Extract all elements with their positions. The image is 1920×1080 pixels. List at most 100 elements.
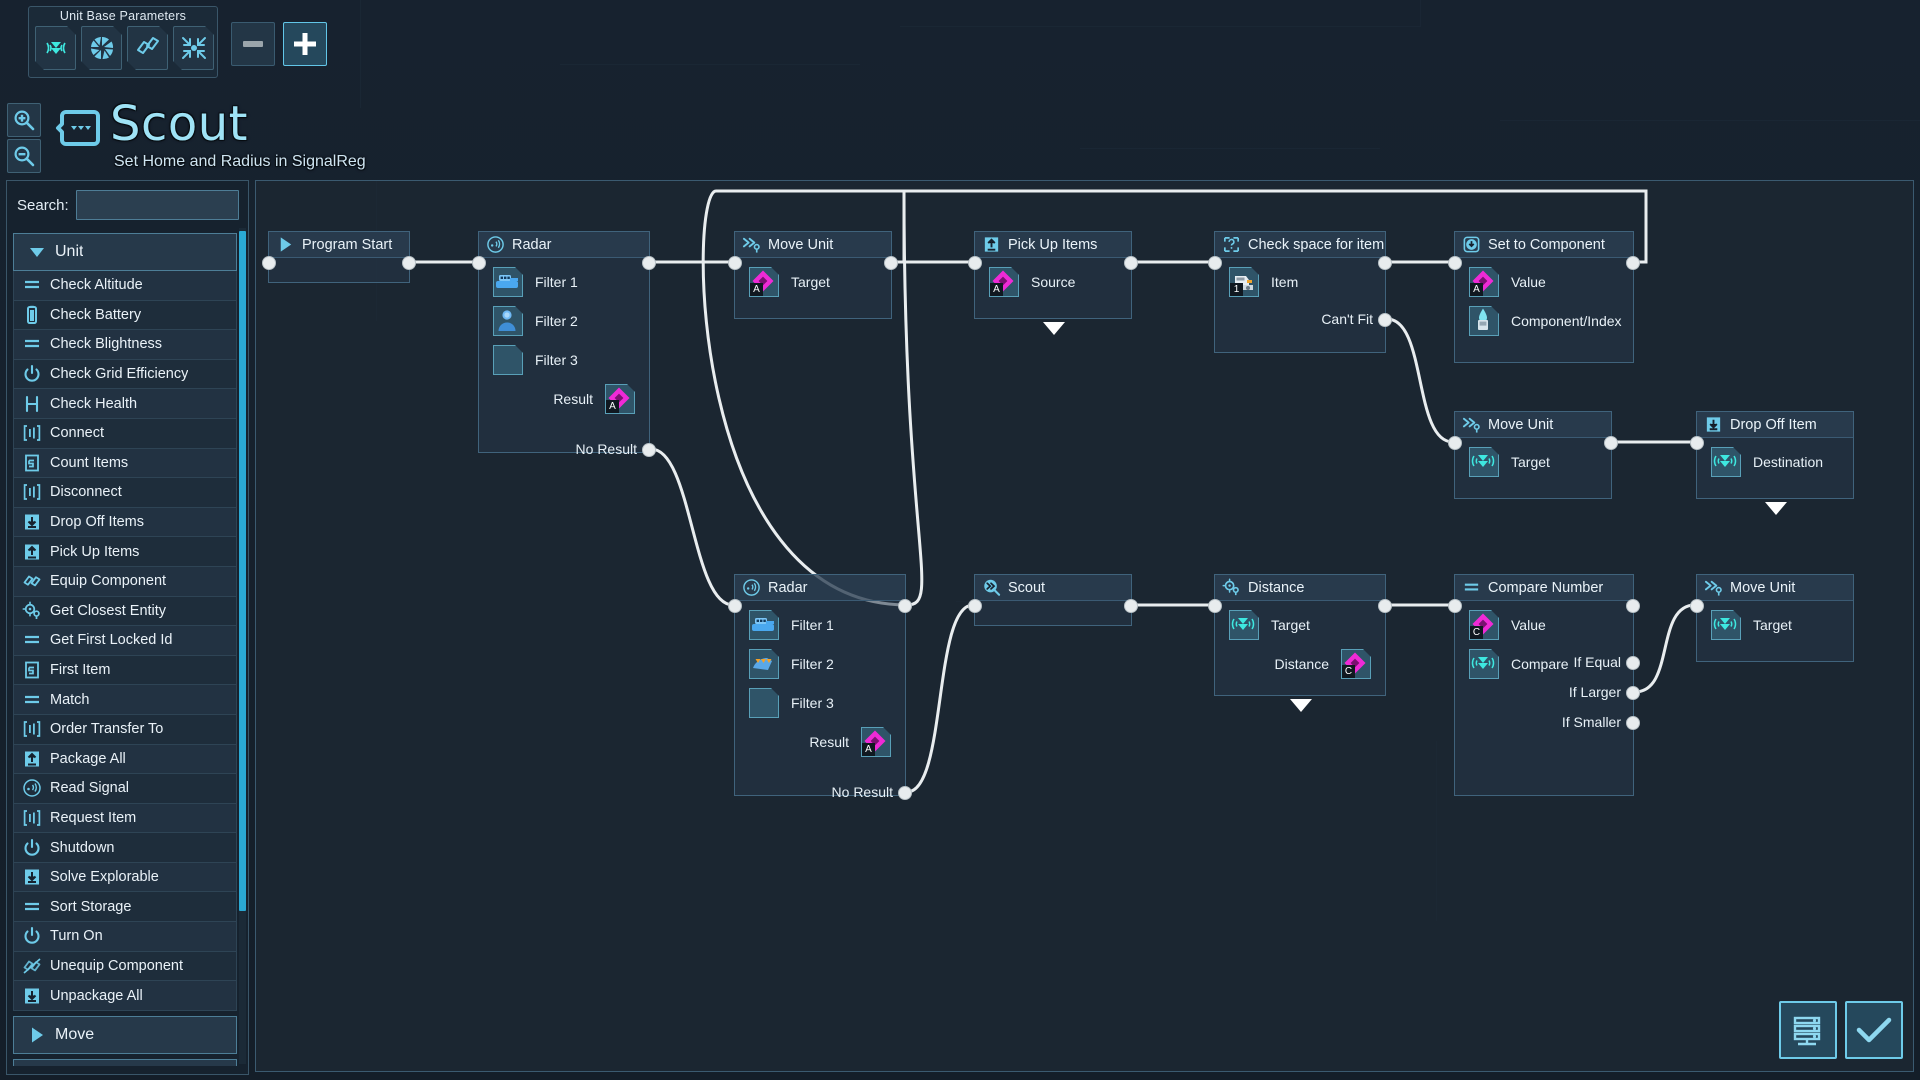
node-input-port[interactable] <box>1208 256 1222 270</box>
expand-caret-icon[interactable] <box>1290 699 1312 712</box>
node-input-port[interactable] <box>728 256 742 270</box>
aperture-icon-button[interactable] <box>81 26 122 70</box>
slot-icon-diamond-icon[interactable]: C <box>1469 610 1499 640</box>
node-header[interactable]: Check space for item <box>1215 232 1385 258</box>
sidebar-item-package-all[interactable]: Package All <box>13 744 237 775</box>
node-input-port[interactable] <box>1690 599 1704 613</box>
node-input-port[interactable] <box>968 256 982 270</box>
node-set-to-component[interactable]: Set to Component A Value Component/Index <box>1448 231 1640 363</box>
slot-icon-vehicle-icon[interactable] <box>749 610 779 640</box>
node-header[interactable]: Move Unit <box>735 232 891 258</box>
sidebar-item-check-blightness[interactable]: Check Blightness <box>13 330 237 360</box>
slot-icon-component-icon[interactable] <box>1469 306 1499 336</box>
node-distance[interactable]: Distance Target Distance C <box>1208 574 1392 712</box>
sidebar-item-sort-storage[interactable]: Sort Storage <box>13 892 237 923</box>
confirm-button[interactable] <box>1845 1001 1903 1059</box>
node-slot[interactable]: Filter 2 <box>493 306 649 336</box>
node-header[interactable]: Drop Off Item <box>1697 412 1853 438</box>
slot-icon-diamond-icon[interactable]: C <box>1341 649 1371 679</box>
plus-button[interactable] <box>283 22 327 66</box>
zoom-out-button[interactable] <box>7 139 41 173</box>
sidebar-item-turn-on[interactable]: Turn On <box>13 922 237 952</box>
node-slot[interactable]: Target <box>1469 447 1611 477</box>
list-view-button[interactable] <box>1779 1001 1837 1059</box>
sidebar-item-check-grid-efficiency[interactable]: Check Grid Efficiency <box>13 359 237 390</box>
node-input-port[interactable] <box>1208 599 1222 613</box>
node-header[interactable]: Radar <box>479 232 649 258</box>
node-input-port[interactable] <box>262 256 276 270</box>
sidebar-item-unpackage-all[interactable]: Unpackage All <box>13 981 237 1011</box>
sidebar-group-component[interactable]: Component <box>13 1058 237 1066</box>
node-output-port[interactable] <box>1378 313 1392 327</box>
sidebar-item-read-signal[interactable]: Read Signal <box>13 774 237 804</box>
node-move-unit-1[interactable]: Move Unit A Target <box>728 231 898 319</box>
slot-icon-diamond-icon[interactable]: A <box>1469 267 1499 297</box>
collapse-arrows-icon-button[interactable] <box>173 26 214 70</box>
slot-icon-signal-home-icon[interactable] <box>1469 447 1499 477</box>
node-output-port[interactable] <box>898 786 912 800</box>
slot-icon-diamond-icon[interactable]: A <box>989 267 1019 297</box>
node-radar-1[interactable]: Radar Filter 1 Filter 2 Filter 3 Result … <box>472 231 656 457</box>
node-input-port[interactable] <box>728 599 742 613</box>
sidebar-item-order-transfer-to[interactable]: Order Transfer To <box>13 714 237 745</box>
slot-icon-diamond-icon[interactable]: A <box>605 384 635 414</box>
node-radar-2[interactable]: Radar Filter 1 Filter 2 Filter 3 Result … <box>728 574 912 800</box>
sidebar-item-count-items[interactable]: Count Items <box>13 448 237 479</box>
node-output-port[interactable] <box>884 256 898 270</box>
sidebar-item-first-item[interactable]: First Item <box>13 655 237 686</box>
slot-icon-diamond-icon[interactable]: A <box>749 267 779 297</box>
sidebar-item-check-battery[interactable]: Check Battery <box>13 300 237 331</box>
slot-icon-drone-icon[interactable] <box>749 649 779 679</box>
node-input-port[interactable] <box>1448 599 1462 613</box>
node-output-port[interactable] <box>1626 599 1640 613</box>
sidebar-item-unequip-component[interactable]: Unequip Component <box>13 951 237 982</box>
sidebar-item-request-item[interactable]: Request Item <box>13 803 237 834</box>
sidebar-item-check-altitude[interactable]: Check Altitude <box>13 271 237 301</box>
minus-button[interactable] <box>231 22 275 66</box>
node-output-port[interactable] <box>1626 716 1640 730</box>
slot-icon-vehicle-icon[interactable] <box>493 267 523 297</box>
node-output-port[interactable] <box>642 256 656 270</box>
slot-icon-empty-icon[interactable] <box>493 345 523 375</box>
node-output-port[interactable] <box>1124 599 1138 613</box>
node-slot[interactable]: 1 Item <box>1229 267 1385 297</box>
node-slot[interactable]: A Source <box>989 267 1131 297</box>
node-graph-canvas[interactable]: Program Start Radar Filter 1 Filter 2 Fi… <box>255 180 1914 1072</box>
node-input-port[interactable] <box>472 256 486 270</box>
node-slot[interactable]: C Value <box>1469 610 1633 640</box>
sidebar-item-disconnect[interactable]: Disconnect <box>13 478 237 508</box>
node-scout-node[interactable]: Scout <box>968 574 1138 626</box>
zoom-in-button[interactable] <box>7 103 41 137</box>
node-header[interactable]: Distance <box>1215 575 1385 601</box>
slot-icon-diamond-icon[interactable]: A <box>861 727 891 757</box>
node-input-port[interactable] <box>968 599 982 613</box>
node-output-port[interactable] <box>1604 436 1618 450</box>
node-move-unit-2[interactable]: Move Unit Target <box>1448 411 1618 499</box>
node-output-port[interactable] <box>1626 656 1640 670</box>
node-slot[interactable]: Target <box>1229 610 1385 640</box>
sidebar-item-equip-component[interactable]: Equip Component <box>13 566 237 597</box>
node-header[interactable]: Pick Up Items <box>975 232 1131 258</box>
node-output-port[interactable] <box>1378 599 1392 613</box>
node-header[interactable]: Compare Number <box>1455 575 1633 601</box>
sidebar-item-get-closest-entity[interactable]: Get Closest Entity <box>13 596 237 627</box>
node-compare-number[interactable]: Compare Number C Value Compare If Equal I… <box>1448 574 1640 796</box>
node-slot[interactable]: Filter 1 <box>493 267 649 297</box>
node-pick-up-items[interactable]: Pick Up Items A Source <box>968 231 1138 335</box>
node-slot[interactable]: A Value <box>1469 267 1633 297</box>
node-slot[interactable]: Filter 3 <box>493 345 649 375</box>
expand-caret-icon[interactable] <box>1043 322 1065 335</box>
node-input-port[interactable] <box>1448 256 1462 270</box>
node-input-port[interactable] <box>1448 436 1462 450</box>
sidebar-item-pick-up-items[interactable]: Pick Up Items <box>13 537 237 567</box>
node-header[interactable]: Set to Component <box>1455 232 1633 258</box>
node-input-port[interactable] <box>1690 436 1704 450</box>
node-header[interactable]: Move Unit <box>1697 575 1853 601</box>
node-slot[interactable]: Distance C <box>1215 649 1371 679</box>
node-slot[interactable]: Filter 3 <box>749 688 905 718</box>
sidebar-group-move[interactable]: Move <box>13 1015 237 1054</box>
node-move-unit-3[interactable]: Move Unit Target <box>1690 574 1854 662</box>
node-drop-off-item[interactable]: Drop Off Item Destination <box>1690 411 1854 515</box>
node-slot[interactable]: Destination <box>1711 447 1853 477</box>
node-output-port[interactable] <box>1378 256 1392 270</box>
